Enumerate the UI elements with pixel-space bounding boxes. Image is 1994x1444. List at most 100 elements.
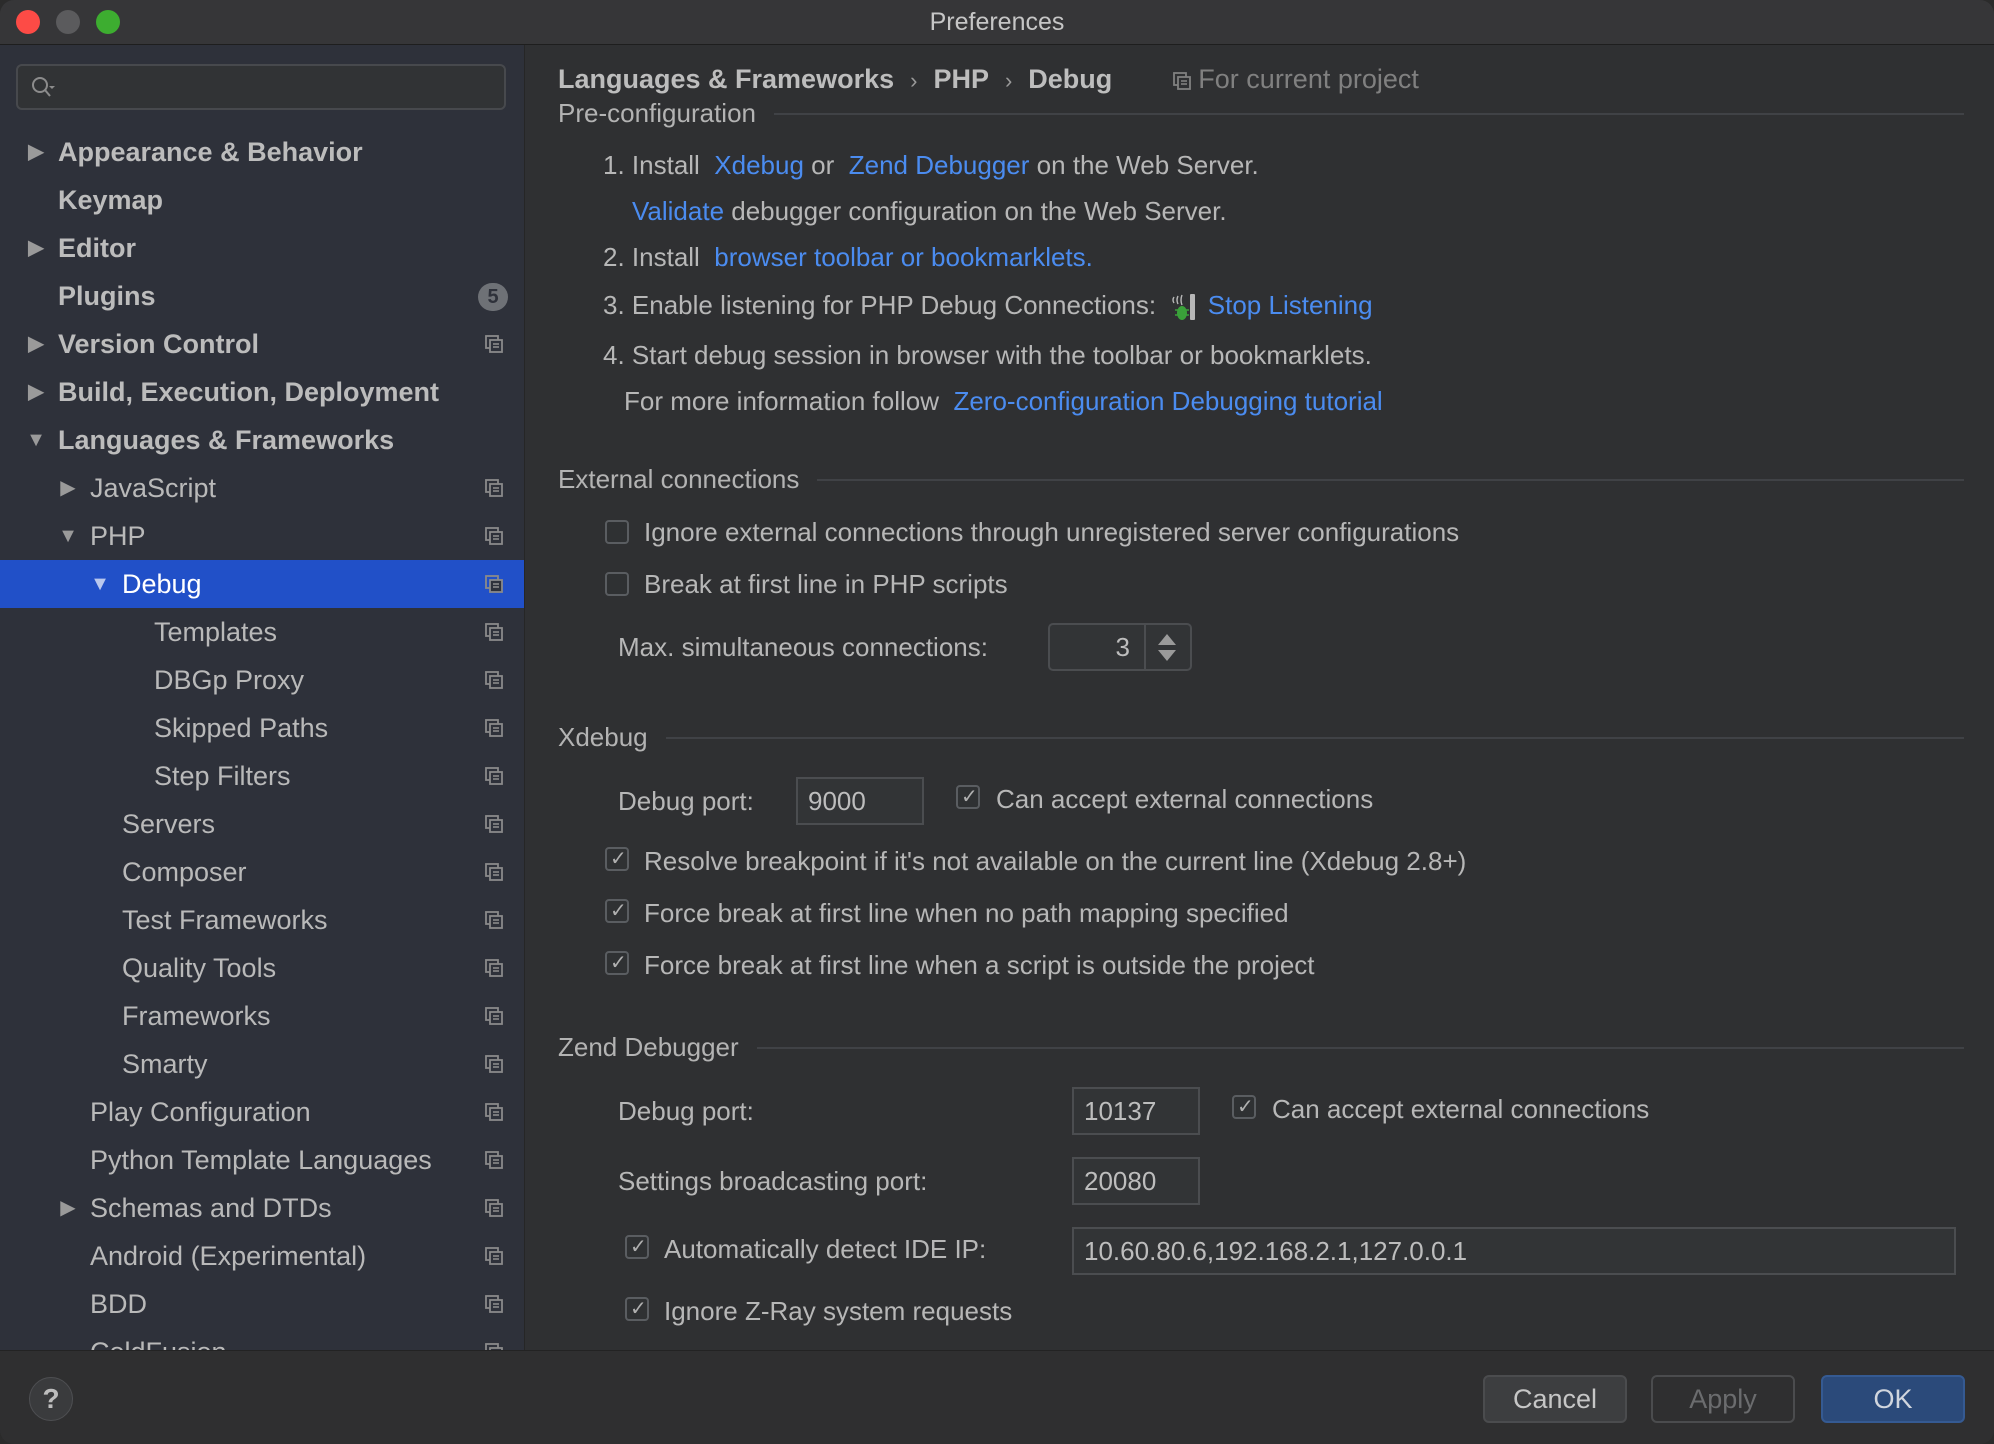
preconfiguration-title: Pre-configuration [558, 95, 774, 131]
chevron-down-icon[interactable]: ▼ [88, 560, 112, 608]
sidebar-item-languages-frameworks[interactable]: ▼ Languages & Frameworks [0, 416, 524, 464]
zend-port-input[interactable]: 10137 [1072, 1087, 1200, 1135]
zend-port-label: Debug port: [618, 1096, 754, 1126]
breadcrumb-languages-frameworks[interactable]: Languages & Frameworks [558, 59, 894, 99]
sidebar-item-play-configuration[interactable]: Play Configuration [0, 1088, 524, 1136]
sidebar-item-templates[interactable]: Templates [0, 608, 524, 656]
section-divider [558, 737, 1964, 739]
sidebar-item-python-template-languages[interactable]: Python Template Languages [0, 1136, 524, 1184]
sidebar-item-plugins[interactable]: Plugins 5 [0, 272, 524, 320]
broadcast-port-label: Settings broadcasting port: [618, 1166, 928, 1196]
plugins-update-badge: 5 [478, 283, 508, 311]
sidebar-item-php[interactable]: ▼ PHP [0, 512, 524, 560]
spinner-arrows[interactable] [1144, 625, 1190, 669]
debug-settings-panel: Languages & Frameworks › PHP › Debug For curr… [525, 45, 1994, 1350]
resolve-breakpoint-checkbox[interactable]: ✓ [605, 847, 629, 871]
sidebar-item-label: Step Filters [154, 761, 291, 791]
xdebug-accept-checkbox[interactable]: ✓ [956, 785, 980, 809]
sidebar-item-step-filters[interactable]: Step Filters [0, 752, 524, 800]
chevron-right-icon[interactable]: ▶ [24, 224, 48, 272]
sidebar-item-schemas-and-dtds[interactable]: ▶ Schemas and DTDs [0, 1184, 524, 1232]
sidebar-item-label: Frameworks [122, 1001, 271, 1031]
break-first-line-checkbox[interactable] [605, 572, 629, 596]
preferences-window: Preferences ▶ Appearance & Behavior Keymap… [0, 0, 1994, 1444]
sidebar-item-label: Composer [122, 857, 247, 887]
sidebar-item-servers[interactable]: Servers [0, 800, 524, 848]
cancel-button[interactable]: Cancel [1483, 1375, 1627, 1423]
chevron-right-icon[interactable]: ▶ [24, 368, 48, 416]
zero-config-tutorial-link[interactable]: Zero-configuration Debugging tutorial [953, 386, 1382, 416]
sidebar-item-quality-tools[interactable]: Quality Tools [0, 944, 524, 992]
max-connections-value[interactable]: 3 [1116, 625, 1130, 669]
force-break-no-mapping-label: Force break at first line when no path m… [644, 898, 1289, 928]
max-connections-spinner[interactable]: 3 [1048, 623, 1192, 671]
autodetect-ip-checkbox[interactable]: ✓ [625, 1235, 649, 1259]
sidebar-item-composer[interactable]: Composer [0, 848, 524, 896]
breadcrumb-debug: Debug [1028, 64, 1113, 94]
sidebar-item-android-experimental[interactable]: Android (Experimental) [0, 1232, 524, 1280]
xdebug-link[interactable]: Xdebug [714, 150, 804, 180]
sidebar-item-label: Templates [154, 617, 278, 647]
sidebar-item-editor[interactable]: ▶ Editor [0, 224, 524, 272]
project-scope-icon [485, 1055, 503, 1073]
stop-listening-link[interactable]: Stop Listening [1208, 290, 1373, 320]
sidebar-item-bdd[interactable]: BDD [0, 1280, 524, 1328]
check-icon: ✓ [630, 1298, 647, 1320]
zend-accept-checkbox[interactable]: ✓ [1232, 1095, 1256, 1119]
project-scope-icon [485, 959, 503, 977]
sidebar-item-build-execution-deployment[interactable]: ▶ Build, Execution, Deployment [0, 368, 524, 416]
chevron-down-icon[interactable]: ▼ [24, 416, 48, 464]
check-icon: ✓ [961, 786, 978, 808]
external-connections-section: External connections [558, 461, 1964, 497]
ide-ip-input[interactable]: 10.60.80.6,192.168.2.1,127.0.0.1 [1072, 1227, 1956, 1275]
settings-search-input[interactable] [16, 64, 506, 110]
ignore-external-checkbox[interactable] [605, 520, 629, 544]
browser-toolbar-link[interactable]: browser toolbar or bookmarklets. [714, 242, 1093, 272]
project-scope-label: For current project [1172, 59, 1419, 99]
sidebar-item-frameworks[interactable]: Frameworks [0, 992, 524, 1040]
project-scope-icon [485, 767, 503, 785]
sidebar-item-javascript[interactable]: ▶ JavaScript [0, 464, 524, 512]
sidebar-item-label: Schemas and DTDs [90, 1193, 332, 1223]
chevron-right-icon[interactable]: ▶ [56, 464, 80, 512]
ignore-external-label: Ignore external connections through unre… [644, 517, 1460, 547]
chevron-right-icon[interactable]: ▶ [24, 320, 48, 368]
sidebar-item-label: Test Frameworks [122, 905, 328, 935]
apply-button[interactable]: Apply [1651, 1375, 1795, 1423]
zend-debugger-link[interactable]: Zend Debugger [849, 150, 1030, 180]
validate-link[interactable]: Validate [632, 196, 724, 226]
sidebar-item-skipped-paths[interactable]: Skipped Paths [0, 704, 524, 752]
sidebar-item-smarty[interactable]: Smarty [0, 1040, 524, 1088]
chevron-right-icon[interactable]: ▶ [56, 1184, 80, 1232]
xdebug-accept-label: Can accept external connections [996, 784, 1374, 814]
force-break-no-mapping-checkbox[interactable]: ✓ [605, 899, 629, 923]
sidebar-item-label: PHP [90, 521, 146, 551]
ok-button[interactable]: OK [1821, 1375, 1965, 1423]
xdebug-port-input[interactable]: 9000 [796, 777, 924, 825]
sidebar-item-label: Build, Execution, Deployment [58, 377, 440, 407]
settings-tree: ▶ Appearance & Behavior Keymap ▶ Editor Plugi… [0, 128, 524, 1350]
sidebar-item-appearance-behavior[interactable]: ▶ Appearance & Behavior [0, 128, 524, 176]
broadcast-port-input[interactable]: 20080 [1072, 1157, 1200, 1205]
zend-accept-label: Can accept external connections [1272, 1094, 1650, 1124]
sidebar-item-coldfusion[interactable]: ColdFusion [0, 1328, 524, 1350]
force-break-outside-checkbox[interactable]: ✓ [605, 951, 629, 975]
help-button[interactable]: ? [29, 1377, 73, 1421]
spinner-down-icon[interactable] [1158, 650, 1176, 661]
ignore-zray-checkbox[interactable]: ✓ [625, 1297, 649, 1321]
chevron-down-icon[interactable]: ▼ [56, 512, 80, 560]
breadcrumb-php[interactable]: PHP [933, 59, 989, 99]
sidebar-item-debug[interactable]: ▼ Debug [0, 560, 524, 608]
title-bar: Preferences [0, 0, 1994, 45]
sidebar-item-test-frameworks[interactable]: Test Frameworks [0, 896, 524, 944]
sidebar-item-keymap[interactable]: Keymap [0, 176, 524, 224]
sidebar-item-label: Servers [122, 809, 216, 839]
spinner-up-icon[interactable] [1158, 634, 1176, 645]
sidebar-item-dbgp-proxy[interactable]: DBGp Proxy [0, 656, 524, 704]
chevron-right-icon[interactable]: ▶ [24, 128, 48, 176]
ignore-zray-label: Ignore Z-Ray system requests [664, 1296, 1013, 1326]
sidebar-item-label: Quality Tools [122, 953, 277, 983]
sidebar-item-version-control[interactable]: ▶ Version Control [0, 320, 524, 368]
max-connections-label: Max. simultaneous connections: [618, 632, 988, 662]
break-first-line-label: Break at first line in PHP scripts [644, 569, 1008, 599]
